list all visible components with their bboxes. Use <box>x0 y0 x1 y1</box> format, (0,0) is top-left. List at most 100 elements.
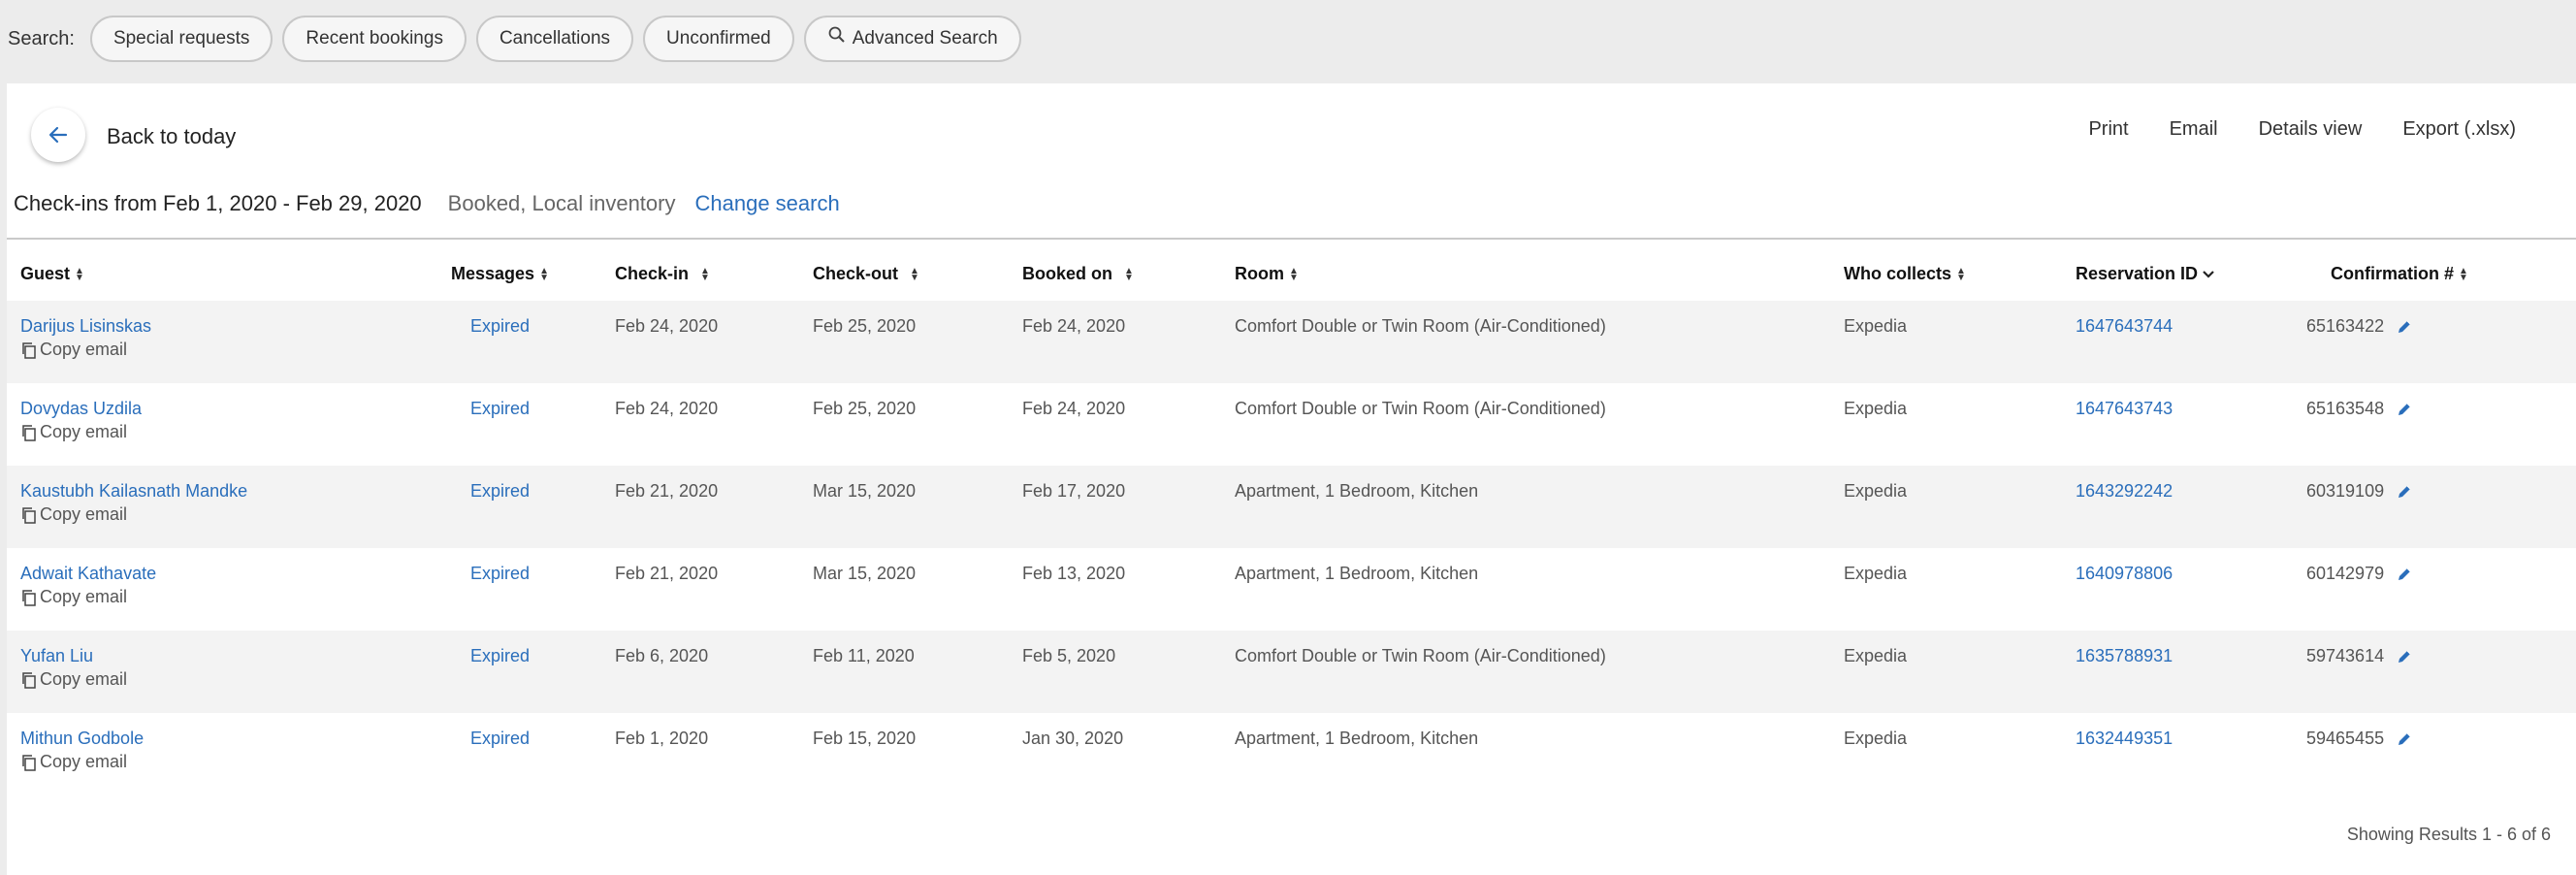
copy-email-button[interactable]: Copy email <box>20 587 127 607</box>
reservation-id-link[interactable]: 1640978806 <box>2076 564 2173 584</box>
messages-link[interactable]: Expired <box>470 399 530 419</box>
print-link[interactable]: Print <box>2088 118 2128 141</box>
guest-name-link[interactable]: Adwait Kathavate <box>20 564 156 584</box>
column-label: Guest <box>20 264 71 283</box>
guest-name-link[interactable]: Dovydas Uzdila <box>20 399 142 419</box>
reservations-card: Back to today Print Email Details view E… <box>7 83 2576 875</box>
confirmation-cell: 59465455 <box>2306 729 2413 749</box>
column-label: Who collects <box>1844 264 1952 283</box>
guest-name-link[interactable]: Yufan Liu <box>20 646 93 666</box>
copy-icon <box>22 506 36 524</box>
reservation-id-link[interactable]: 1632449351 <box>2076 729 2173 749</box>
copy-email-label: Copy email <box>40 422 128 441</box>
special-requests-label: Special requests <box>113 28 250 49</box>
filters-text: Booked, Local inventory <box>447 191 676 215</box>
messages-link[interactable]: Expired <box>470 481 530 502</box>
confirmation-number: 65163548 <box>2306 399 2385 418</box>
column-label: Messages <box>451 264 535 283</box>
column-label: Reservation ID <box>2076 264 2199 283</box>
messages-link[interactable]: Expired <box>470 729 530 749</box>
who-collects: Expedia <box>1844 564 1908 583</box>
filter-summary: Check-ins from Feb 1, 2020 - Feb 29, 202… <box>14 191 840 216</box>
search-label: Search: <box>8 27 75 49</box>
sort-icon: ▲ ▼ <box>1289 265 1299 283</box>
column-header-checkin[interactable]: Check-in ▲ ▼ <box>615 264 710 284</box>
column-header-confirmation[interactable]: Confirmation # ▲ ▼ <box>2331 264 2468 284</box>
cancellations-label: Cancellations <box>499 28 611 49</box>
copy-email-button[interactable]: Copy email <box>20 752 127 772</box>
checkout-date: Feb 11, 2020 <box>813 646 915 665</box>
advanced-search-button[interactable]: Advanced Search <box>803 16 1021 62</box>
pencil-icon[interactable] <box>2396 730 2413 748</box>
back-label[interactable]: Back to today <box>107 124 236 149</box>
column-header-who-collects[interactable]: Who collects ▲ ▼ <box>1844 264 1966 284</box>
column-label: Room <box>1235 264 1284 283</box>
reservation-id-link[interactable]: 1647643744 <box>2076 316 2173 337</box>
messages-link[interactable]: Expired <box>470 646 530 666</box>
recent-bookings-button[interactable]: Recent bookings <box>282 16 467 62</box>
column-label: Confirmation # <box>2331 264 2455 283</box>
table-row: Dovydas Uzdila Copy email Expired Feb 24… <box>7 383 2576 466</box>
copy-icon <box>22 671 36 689</box>
column-header-booked-on[interactable]: Booked on ▲ ▼ <box>1022 264 1134 284</box>
column-header-guest[interactable]: Guest ▲ ▼ <box>20 264 84 284</box>
guest-name-link[interactable]: Mithun Godbole <box>20 729 144 749</box>
pencil-icon[interactable] <box>2396 566 2413 583</box>
column-header-checkout[interactable]: Check-out ▲ ▼ <box>813 264 919 284</box>
table-row: Darijus Lisinskas Copy email Expired Feb… <box>7 301 2576 383</box>
column-header-messages[interactable]: Messages ▲ ▼ <box>451 264 549 284</box>
copy-email-button[interactable]: Copy email <box>20 422 127 442</box>
guest-name-link[interactable]: Kaustubh Kailasnath Mandke <box>20 481 247 502</box>
copy-icon <box>22 424 36 441</box>
export-link[interactable]: Export (.xlsx) <box>2402 118 2516 141</box>
unconfirmed-button[interactable]: Unconfirmed <box>643 16 794 62</box>
confirmation-number: 65163422 <box>2306 316 2385 336</box>
search-bar: Search: Special requests Recent bookings… <box>0 0 2576 78</box>
arrow-left-icon <box>48 126 68 144</box>
booked-on-date: Feb 24, 2020 <box>1022 316 1126 336</box>
confirmation-cell: 65163548 <box>2306 399 2413 419</box>
copy-email-button[interactable]: Copy email <box>20 669 127 690</box>
guest-name-link[interactable]: Darijus Lisinskas <box>20 316 151 337</box>
pencil-icon[interactable] <box>2396 401 2413 418</box>
unconfirmed-label: Unconfirmed <box>666 28 771 49</box>
back-button[interactable] <box>31 108 85 162</box>
confirmation-cell: 60319109 <box>2306 481 2413 502</box>
messages-link[interactable]: Expired <box>470 316 530 337</box>
reservation-id-link[interactable]: 1643292242 <box>2076 481 2173 502</box>
confirmation-number: 59465455 <box>2306 729 2385 748</box>
special-requests-button[interactable]: Special requests <box>89 16 274 62</box>
column-header-reservation-id[interactable]: Reservation ID <box>2076 264 2215 284</box>
copy-icon <box>22 589 36 606</box>
checkout-date: Feb 15, 2020 <box>813 729 917 748</box>
cancellations-button[interactable]: Cancellations <box>475 16 634 62</box>
sort-icon: ▲ ▼ <box>1124 265 1134 283</box>
results-count: Showing Results 1 - 6 of 6 <box>2346 825 2551 844</box>
change-search-link[interactable]: Change search <box>695 191 840 216</box>
sort-icon: ▲ ▼ <box>2459 265 2468 283</box>
reservation-id-link[interactable]: 1647643743 <box>2076 399 2173 419</box>
details-view-link[interactable]: Details view <box>2259 118 2363 141</box>
who-collects: Expedia <box>1844 399 1908 418</box>
checkin-date: Feb 21, 2020 <box>615 564 719 583</box>
pencil-icon[interactable] <box>2396 483 2413 501</box>
copy-email-button[interactable]: Copy email <box>20 504 127 525</box>
checkin-date: Feb 1, 2020 <box>615 729 709 748</box>
booked-on-date: Feb 13, 2020 <box>1022 564 1126 583</box>
checkin-date: Feb 21, 2020 <box>615 481 719 501</box>
confirmation-cell: 65163422 <box>2306 316 2413 337</box>
copy-email-label: Copy email <box>40 587 128 606</box>
messages-link[interactable]: Expired <box>470 564 530 584</box>
sort-icon: ▲ ▼ <box>910 265 919 283</box>
pencil-icon[interactable] <box>2396 318 2413 336</box>
action-links: Print Email Details view Export (.xlsx) <box>2047 118 2516 141</box>
email-link[interactable]: Email <box>2170 118 2218 141</box>
copy-email-button[interactable]: Copy email <box>20 340 127 360</box>
reservation-id-link[interactable]: 1635788931 <box>2076 646 2173 666</box>
column-header-room[interactable]: Room ▲ ▼ <box>1235 264 1299 284</box>
who-collects: Expedia <box>1844 729 1908 748</box>
confirmation-number: 59743614 <box>2306 646 2385 665</box>
pencil-icon[interactable] <box>2396 648 2413 665</box>
checkout-date: Mar 15, 2020 <box>813 481 917 501</box>
copy-email-label: Copy email <box>40 752 128 771</box>
